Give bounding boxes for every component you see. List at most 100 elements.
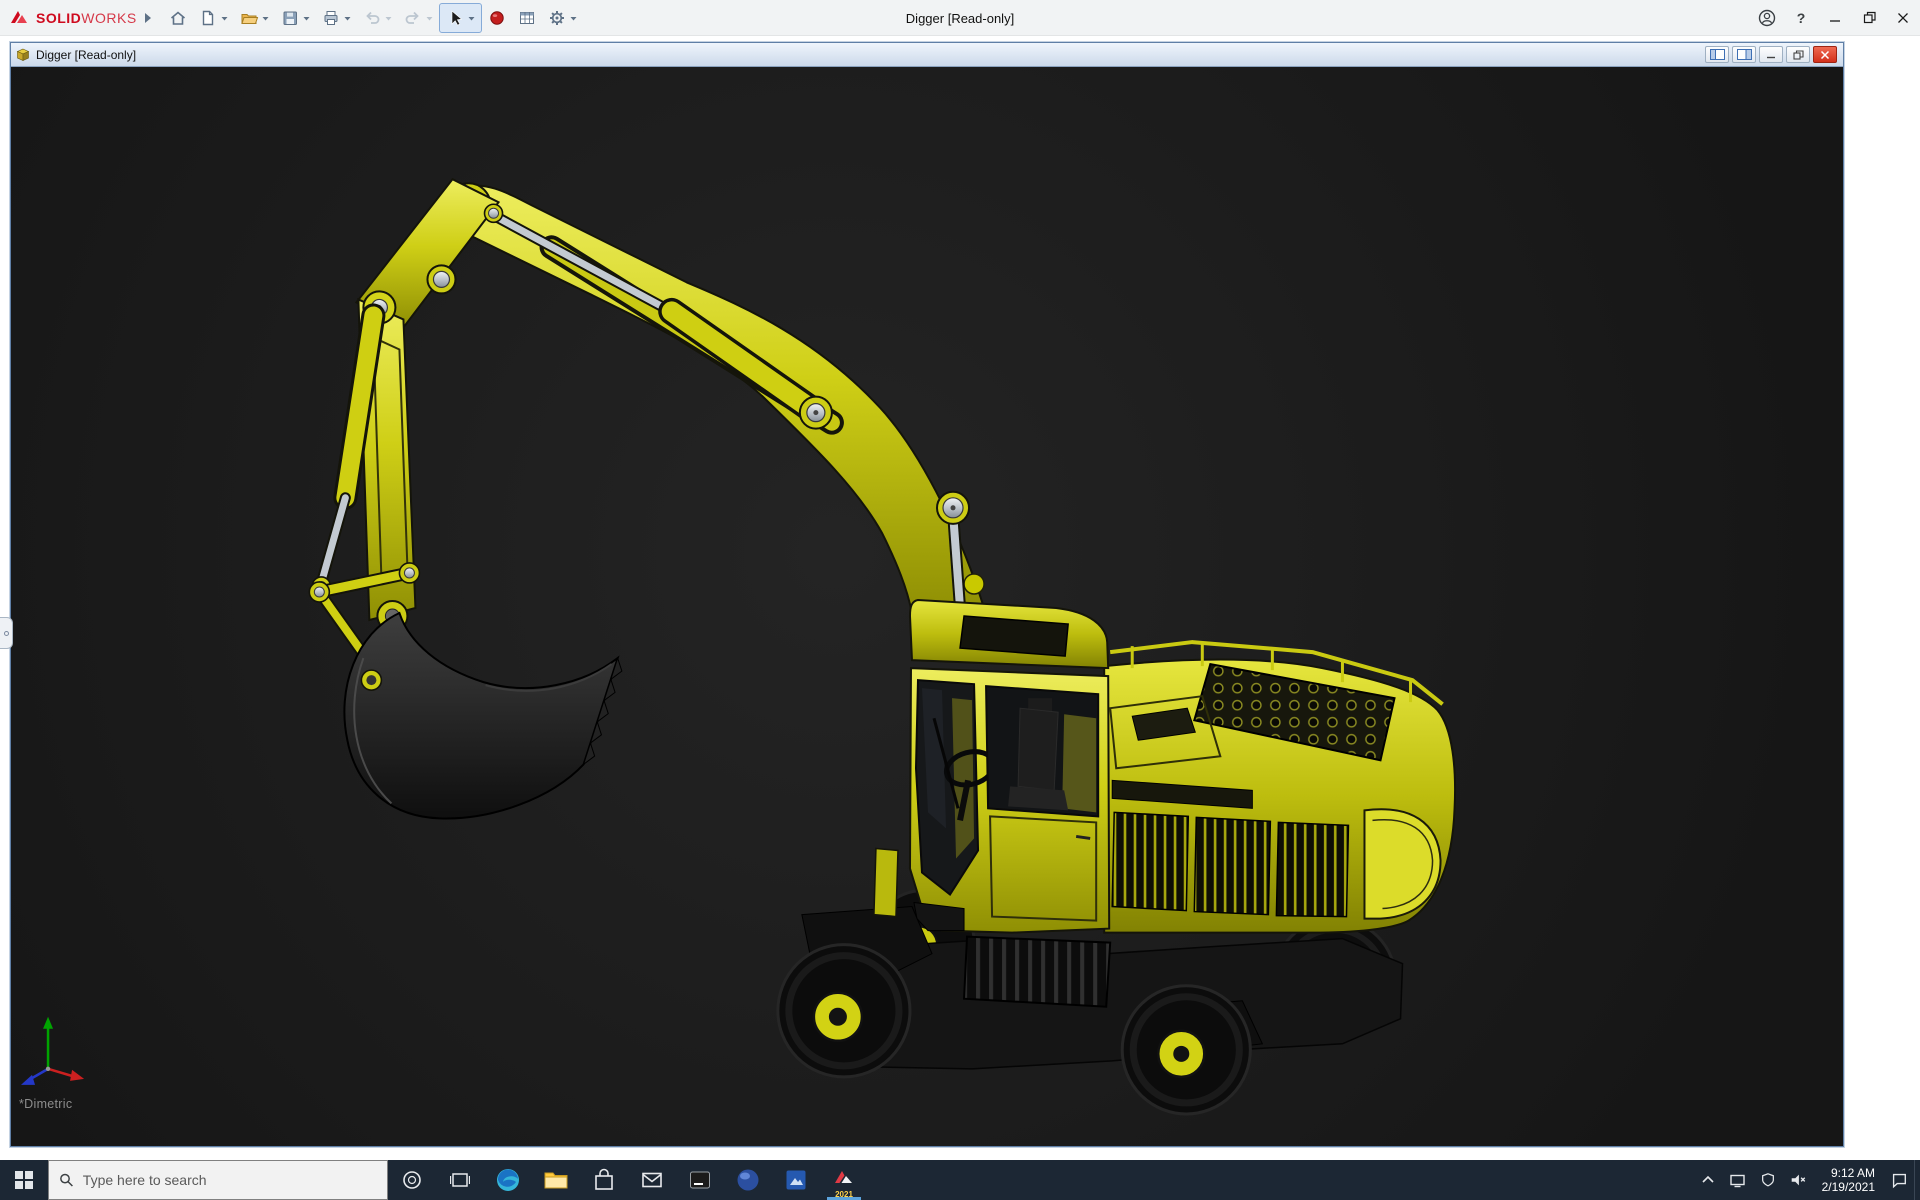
cortana-button[interactable]	[388, 1160, 436, 1200]
restore-icon	[1863, 11, 1876, 24]
task-view-icon	[450, 1170, 470, 1190]
new-document-button[interactable]	[193, 3, 234, 33]
windows-start-icon	[15, 1171, 33, 1189]
chevron-down-icon[interactable]	[425, 8, 434, 28]
system-tray: 9:12 AM 2/19/2021	[1693, 1160, 1920, 1200]
close-icon	[1897, 12, 1909, 24]
edge-icon	[495, 1167, 521, 1193]
undo-button[interactable]	[357, 3, 398, 33]
new-document-icon	[198, 8, 218, 28]
close-icon	[1820, 50, 1830, 60]
taskbar: 2021 9:12 AM 2/19/202	[0, 1160, 1920, 1200]
save-button[interactable]	[275, 3, 316, 33]
clock-time: 9:12 AM	[1822, 1166, 1875, 1180]
mail-icon	[640, 1168, 664, 1192]
appearance-button[interactable]	[482, 3, 512, 33]
print-button[interactable]	[316, 3, 357, 33]
part-document-icon	[15, 47, 31, 63]
minimize-icon	[1766, 50, 1776, 59]
close-button[interactable]	[1886, 0, 1920, 36]
search-icon	[59, 1172, 74, 1188]
select-cursor-icon	[445, 8, 465, 28]
digger-3d-model[interactable]	[11, 67, 1843, 1146]
orientation-triad-icon	[21, 1017, 84, 1085]
chevron-down-icon[interactable]	[569, 8, 578, 28]
pane-layout-left-button[interactable]	[1705, 46, 1729, 63]
taskbar-app-store[interactable]	[580, 1160, 628, 1200]
help-button[interactable]: ?	[1784, 0, 1818, 36]
evaluate-button[interactable]	[512, 3, 542, 33]
document-title: Digger [Read-only]	[36, 48, 136, 62]
open-button[interactable]	[234, 3, 275, 33]
model-engine-housing[interactable]	[1104, 642, 1455, 933]
help-icon: ?	[1797, 10, 1806, 26]
display-icon	[1729, 1172, 1746, 1189]
pane-left-icon	[1710, 49, 1725, 60]
doc-close-button[interactable]	[1813, 46, 1837, 63]
chevron-down-icon[interactable]	[384, 8, 393, 28]
minimize-button[interactable]	[1818, 0, 1852, 36]
featuremanager-collapsed-tab[interactable]	[0, 617, 13, 649]
model-stick[interactable]	[356, 179, 498, 631]
gear-icon	[547, 8, 567, 28]
taskbar-app-file-explorer[interactable]	[532, 1160, 580, 1200]
store-icon	[592, 1168, 616, 1192]
tray-shield-button[interactable]	[1753, 1160, 1783, 1200]
save-icon	[280, 8, 300, 28]
maximize-button[interactable]	[1852, 0, 1886, 36]
chevron-down-icon[interactable]	[302, 8, 311, 28]
hidden-icons-button[interactable]	[1693, 1160, 1723, 1200]
taskbar-clock[interactable]: 9:12 AM 2/19/2021	[1813, 1166, 1884, 1194]
taskbar-app-mail[interactable]	[628, 1160, 676, 1200]
model-cab[interactable]	[910, 600, 1109, 933]
taskbar-app-photos[interactable]	[772, 1160, 820, 1200]
clock-date: 2/19/2021	[1822, 1180, 1875, 1194]
taskbar-app-edge[interactable]	[484, 1160, 532, 1200]
options-button[interactable]	[542, 3, 583, 33]
account-icon	[1757, 8, 1777, 28]
taskbar-search[interactable]	[48, 1160, 388, 1200]
home-icon	[168, 8, 188, 28]
model-bucket[interactable]	[344, 613, 621, 819]
model-boom[interactable]	[446, 183, 984, 613]
tray-volume-button[interactable]	[1783, 1160, 1813, 1200]
edrawings-sphere-icon	[735, 1167, 761, 1193]
restore-icon	[1793, 50, 1804, 60]
file-explorer-icon	[543, 1167, 569, 1193]
photos-icon	[784, 1168, 808, 1192]
document-title-bar[interactable]: Digger [Read-only]	[11, 43, 1843, 67]
show-desktop-button[interactable]	[1914, 1160, 1920, 1200]
home-button[interactable]	[163, 3, 193, 33]
chevron-down-icon[interactable]	[220, 8, 229, 28]
doc-restore-button[interactable]	[1786, 46, 1810, 63]
taskbar-app-edrawings[interactable]	[724, 1160, 772, 1200]
app-title-bar: SOLIDWORKS	[0, 0, 1920, 36]
start-button[interactable]	[0, 1160, 48, 1200]
chevron-down-icon[interactable]	[467, 8, 476, 28]
sheet-grid-icon	[517, 8, 537, 28]
model-wheel-front-left[interactable]	[778, 945, 910, 1077]
taskbar-app-solidworks[interactable]: 2021	[820, 1160, 868, 1200]
doc-minimize-button[interactable]	[1759, 46, 1783, 63]
search-input[interactable]	[83, 1172, 377, 1188]
document-window: Digger [Read-only]	[10, 42, 1844, 1147]
action-center-button[interactable]	[1884, 1160, 1914, 1200]
action-center-icon	[1890, 1171, 1908, 1189]
chevron-up-icon	[1700, 1172, 1716, 1188]
model-wheel-rear-left[interactable]	[1122, 986, 1250, 1114]
taskbar-app-terminal[interactable]	[676, 1160, 724, 1200]
pane-layout-right-button[interactable]	[1732, 46, 1756, 63]
redo-button[interactable]	[398, 3, 439, 33]
task-view-button[interactable]	[436, 1160, 484, 1200]
tray-display-button[interactable]	[1723, 1160, 1753, 1200]
chevron-down-icon[interactable]	[261, 8, 270, 28]
chevron-down-icon[interactable]	[343, 8, 352, 28]
account-button[interactable]	[1750, 0, 1784, 36]
graphics-viewport[interactable]: *Dimetric	[11, 67, 1843, 1146]
toolbar-expand-icon[interactable]	[143, 12, 153, 24]
red-sphere-icon	[487, 8, 507, 28]
undo-icon	[362, 8, 382, 28]
select-tool-button[interactable]	[439, 3, 482, 33]
view-orientation-label: *Dimetric	[19, 1097, 72, 1111]
open-folder-icon	[239, 8, 259, 28]
